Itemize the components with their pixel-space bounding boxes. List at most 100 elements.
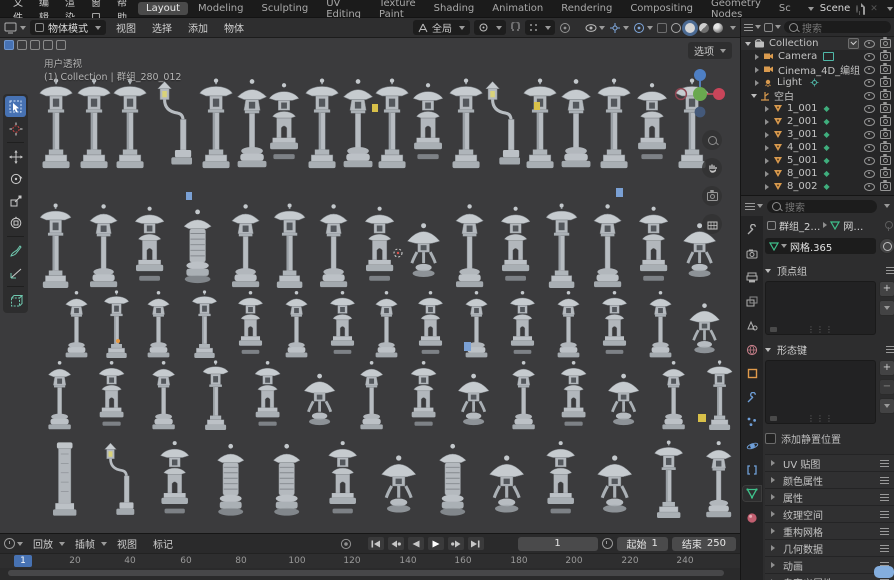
tab-material[interactable] bbox=[743, 510, 761, 525]
lantern-model[interactable] bbox=[200, 78, 232, 168]
chevron-down-icon[interactable] bbox=[730, 26, 736, 30]
workspace-tab-compositing[interactable]: Compositing bbox=[622, 2, 701, 15]
shape-key-specials-button[interactable] bbox=[879, 398, 894, 414]
camera-view-button[interactable] bbox=[702, 186, 722, 206]
outliner-item-label[interactable]: 8_001 bbox=[787, 168, 817, 179]
outliner-row-light[interactable]: Light bbox=[741, 76, 894, 89]
cursor-tool[interactable] bbox=[5, 118, 26, 139]
expand-icon[interactable] bbox=[765, 132, 769, 138]
timeline-ruler[interactable]: 20 40 60 80 100 120 140 160 180 200 220 … bbox=[0, 553, 740, 568]
outliner-row-empty[interactable]: 空白 bbox=[741, 89, 894, 102]
render-visibility-icon[interactable] bbox=[880, 104, 891, 113]
lantern-model[interactable] bbox=[458, 374, 489, 425]
outliner-item-label[interactable]: 2_001 bbox=[787, 116, 817, 127]
hide-icon[interactable] bbox=[864, 40, 875, 48]
chevron-down-icon[interactable] bbox=[887, 7, 893, 11]
lantern-model[interactable] bbox=[158, 82, 192, 165]
lantern-model[interactable] bbox=[411, 361, 436, 426]
chevron-down-icon[interactable] bbox=[647, 26, 653, 30]
lantern-model[interactable] bbox=[90, 204, 117, 287]
proportional-edit-icon[interactable] bbox=[559, 22, 571, 34]
outliner-row-collection[interactable]: Collection bbox=[741, 37, 894, 50]
chevron-down-icon[interactable] bbox=[808, 7, 814, 11]
lantern-model[interactable] bbox=[135, 207, 164, 281]
menu-keying[interactable]: 插帧 bbox=[69, 536, 101, 551]
show-overlays-icon[interactable] bbox=[633, 22, 645, 34]
outliner-row-cinema4d[interactable]: Cinema_4D_编组 bbox=[741, 63, 894, 76]
viewport-toggle-icon[interactable] bbox=[56, 40, 66, 50]
lantern-model[interactable] bbox=[501, 207, 530, 281]
outliner-search-input[interactable]: 搜索 bbox=[784, 21, 891, 33]
collapse-icon[interactable] bbox=[751, 94, 757, 98]
list-filter-icon[interactable] bbox=[770, 327, 777, 332]
panel-menu-icon[interactable] bbox=[880, 460, 889, 467]
lantern-model[interactable] bbox=[546, 204, 577, 288]
expand-icon[interactable] bbox=[755, 80, 759, 86]
lantern-model[interactable] bbox=[598, 455, 632, 512]
section-attributes[interactable]: 属性 bbox=[765, 488, 894, 505]
chevron-down-icon[interactable] bbox=[20, 26, 26, 30]
viewport-toggle-icon[interactable] bbox=[4, 40, 14, 50]
chevron-down-icon[interactable] bbox=[781, 244, 787, 248]
lantern-model[interactable] bbox=[40, 78, 72, 168]
xray-toggle-icon[interactable] bbox=[657, 23, 667, 33]
outliner-row-group[interactable]: 1_001 ◆ bbox=[741, 102, 894, 115]
tab-object-data[interactable] bbox=[743, 486, 761, 501]
expand-icon[interactable] bbox=[745, 42, 751, 46]
select-box-tool[interactable] bbox=[5, 96, 26, 117]
use-preview-range-icon[interactable] bbox=[602, 538, 613, 549]
lantern-model[interactable] bbox=[286, 291, 308, 357]
frame-start-field[interactable]: 起始 1 bbox=[617, 537, 668, 551]
menu-add[interactable]: 添加 bbox=[182, 20, 214, 35]
menu-marker[interactable]: 标记 bbox=[147, 536, 179, 551]
lantern-model[interactable] bbox=[320, 204, 347, 287]
lantern-model[interactable] bbox=[365, 207, 394, 281]
outliner-item-label[interactable]: 5_001 bbox=[787, 155, 817, 166]
pin-icon[interactable] bbox=[856, 5, 858, 13]
lantern-model[interactable] bbox=[558, 291, 580, 357]
shading-material-button[interactable] bbox=[699, 23, 709, 33]
lantern-model[interactable] bbox=[561, 361, 586, 426]
fake-user-button[interactable] bbox=[879, 238, 894, 254]
add-primitive-tool[interactable] bbox=[5, 290, 26, 311]
workspace-tab-sculpting[interactable]: Sculpting bbox=[254, 2, 317, 15]
outliner-item-label[interactable]: 1_001 bbox=[787, 103, 817, 114]
mode-selector[interactable]: 物体模式 bbox=[30, 20, 106, 35]
lantern-model[interactable] bbox=[148, 291, 170, 357]
hide-icon[interactable] bbox=[864, 92, 875, 100]
lantern-model[interactable] bbox=[360, 361, 382, 429]
scene-name[interactable]: Scene bbox=[820, 3, 851, 14]
lantern-model[interactable] bbox=[413, 83, 443, 159]
shading-solid-button[interactable] bbox=[685, 23, 695, 33]
tab-render[interactable] bbox=[743, 246, 761, 261]
chevron-down-icon[interactable] bbox=[757, 204, 763, 208]
lantern-model[interactable] bbox=[512, 361, 534, 429]
render-visibility-icon[interactable] bbox=[880, 143, 891, 152]
outliner-row-group[interactable]: 4_001 ◆ bbox=[741, 141, 894, 154]
playhead[interactable]: 1 bbox=[14, 555, 32, 567]
lantern-model[interactable] bbox=[707, 360, 732, 430]
jump-to-end-button[interactable] bbox=[468, 537, 484, 550]
breadcrumb-object[interactable]: 群组_2… bbox=[779, 218, 820, 233]
chevron-down-icon[interactable] bbox=[775, 25, 781, 29]
lantern-model[interactable] bbox=[114, 78, 146, 168]
datablock-name[interactable]: 网格.365 bbox=[790, 239, 832, 254]
hide-icon[interactable] bbox=[864, 66, 875, 74]
outliner-item-label[interactable]: 3_001 bbox=[787, 129, 817, 140]
expand-icon[interactable] bbox=[765, 119, 769, 125]
lantern-model[interactable] bbox=[192, 290, 216, 358]
corner-scroll-indicator[interactable] bbox=[874, 566, 894, 578]
panel-menu-icon[interactable] bbox=[880, 545, 889, 552]
outliner-row-group[interactable]: 2_001 ◆ bbox=[741, 115, 894, 128]
lantern-model[interactable] bbox=[486, 82, 520, 165]
outliner-item-label[interactable]: 4_001 bbox=[787, 142, 817, 153]
current-frame-field[interactable]: 1 bbox=[518, 537, 598, 551]
tab-viewlayer[interactable] bbox=[743, 294, 761, 309]
hide-icon[interactable] bbox=[864, 183, 875, 191]
lantern-model[interactable] bbox=[662, 361, 684, 429]
render-visibility-icon[interactable] bbox=[880, 91, 891, 100]
tab-scene[interactable] bbox=[743, 318, 761, 333]
list-resize-grip[interactable]: ⋮⋮⋮ bbox=[807, 325, 834, 334]
gizmo-z-neg[interactable] bbox=[695, 107, 706, 118]
tab-output[interactable] bbox=[743, 270, 761, 285]
